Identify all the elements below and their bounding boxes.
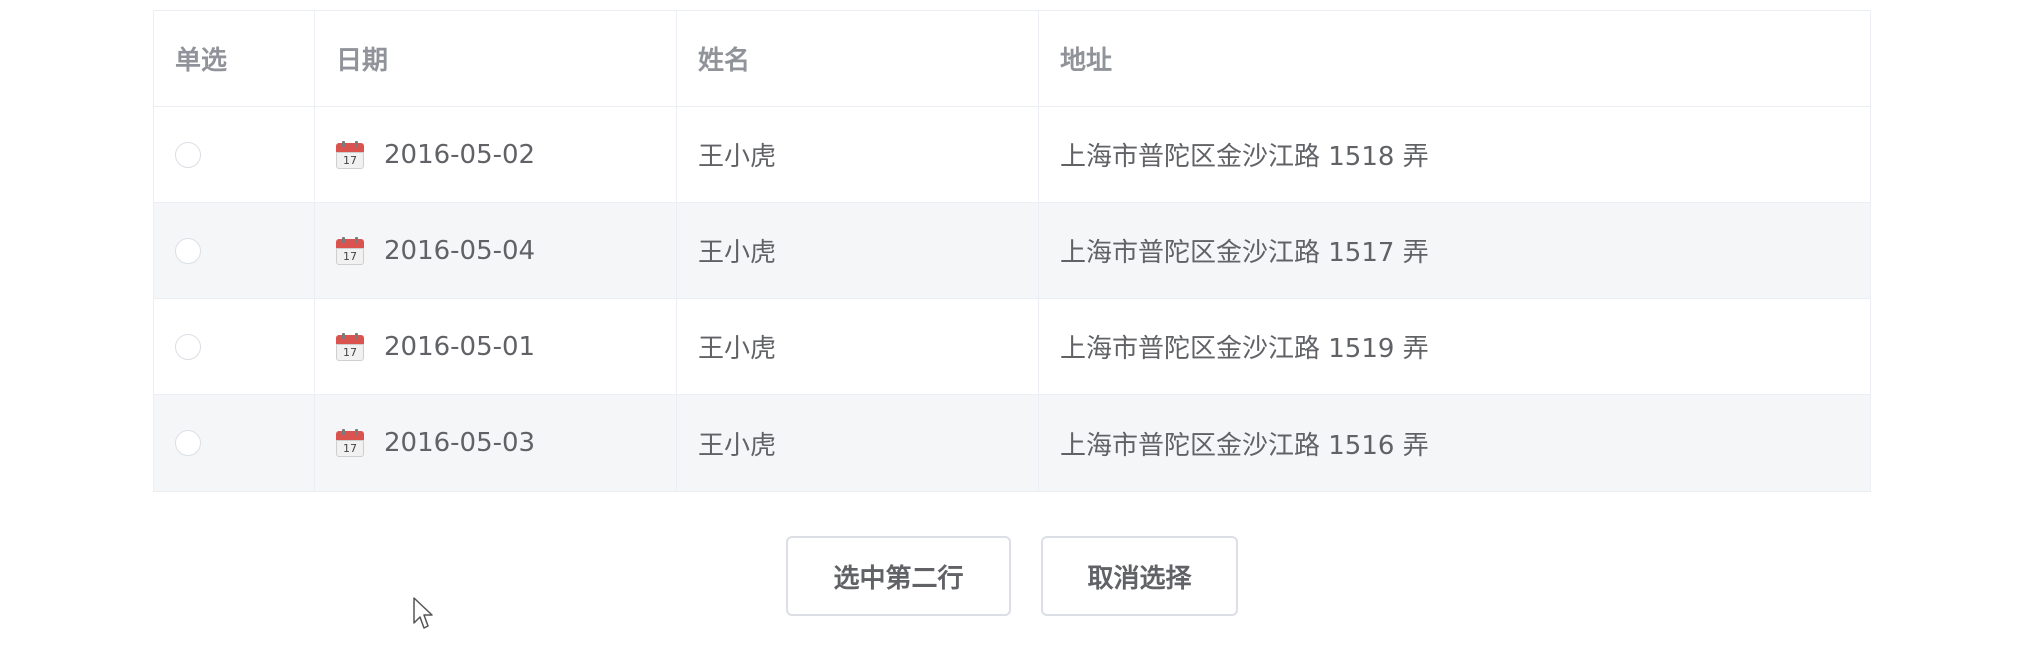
row-address: 上海市普陀区金沙江路 1519 弄	[1060, 334, 1429, 364]
radio-cell	[154, 203, 315, 298]
table-row[interactable]: 17 2016-05-02 王小虎 上海市普陀区金沙江路 1518 弄	[154, 107, 1870, 203]
header-radio: 单选	[154, 11, 315, 106]
row-date: 2016-05-03	[384, 428, 536, 458]
calendar-icon: 17	[336, 140, 364, 169]
calendar-icon: 17	[336, 332, 364, 361]
date-cell: 17 2016-05-02	[315, 107, 677, 202]
select-second-row-button[interactable]: 选中第二行	[786, 536, 1011, 616]
table-header: 单选 日期 姓名 地址	[154, 11, 1870, 107]
date-cell: 17 2016-05-01	[315, 299, 677, 394]
radio-cell	[154, 299, 315, 394]
row-name: 王小虎	[677, 395, 1039, 491]
radio-cell	[154, 395, 315, 491]
header-date: 日期	[315, 11, 677, 106]
header-address: 地址	[1060, 46, 1113, 76]
row-name: 王小虎	[677, 107, 1039, 202]
row-name: 王小虎	[677, 203, 1039, 298]
radio-cell	[154, 107, 315, 202]
row-radio[interactable]	[175, 141, 201, 168]
row-date: 2016-05-02	[384, 139, 536, 170]
table-row[interactable]: 17 2016-05-03 王小虎 上海市普陀区金沙江路 1516 弄	[154, 395, 1870, 491]
mouse-cursor-icon	[413, 597, 433, 629]
action-buttons: 选中第二行 取消选择	[786, 536, 1238, 616]
table-row[interactable]: 17 2016-05-04 王小虎 上海市普陀区金沙江路 1517 弄	[154, 203, 1870, 299]
row-address: 上海市普陀区金沙江路 1518 弄	[1060, 142, 1429, 172]
row-name: 王小虎	[677, 299, 1039, 394]
row-date: 2016-05-01	[384, 331, 536, 362]
row-radio[interactable]	[175, 430, 201, 456]
table-row[interactable]: 17 2016-05-01 王小虎 上海市普陀区金沙江路 1519 弄	[154, 299, 1870, 395]
calendar-icon: 17	[336, 429, 364, 457]
row-address: 上海市普陀区金沙江路 1516 弄	[1060, 430, 1429, 461]
row-address: 上海市普陀区金沙江路 1517 弄	[1060, 238, 1429, 268]
row-date: 2016-05-04	[384, 235, 536, 266]
cancel-selection-button[interactable]: 取消选择	[1041, 536, 1238, 616]
row-radio[interactable]	[175, 237, 201, 264]
calendar-icon: 17	[336, 236, 364, 265]
row-radio[interactable]	[175, 333, 201, 360]
header-name: 姓名	[677, 11, 1039, 106]
date-cell: 17 2016-05-03	[315, 395, 677, 491]
data-table: 单选 日期 姓名 地址 17 2016-05-02 王小虎 上海市普陀区金沙江路…	[153, 10, 1871, 492]
date-cell: 17 2016-05-04	[315, 203, 677, 298]
